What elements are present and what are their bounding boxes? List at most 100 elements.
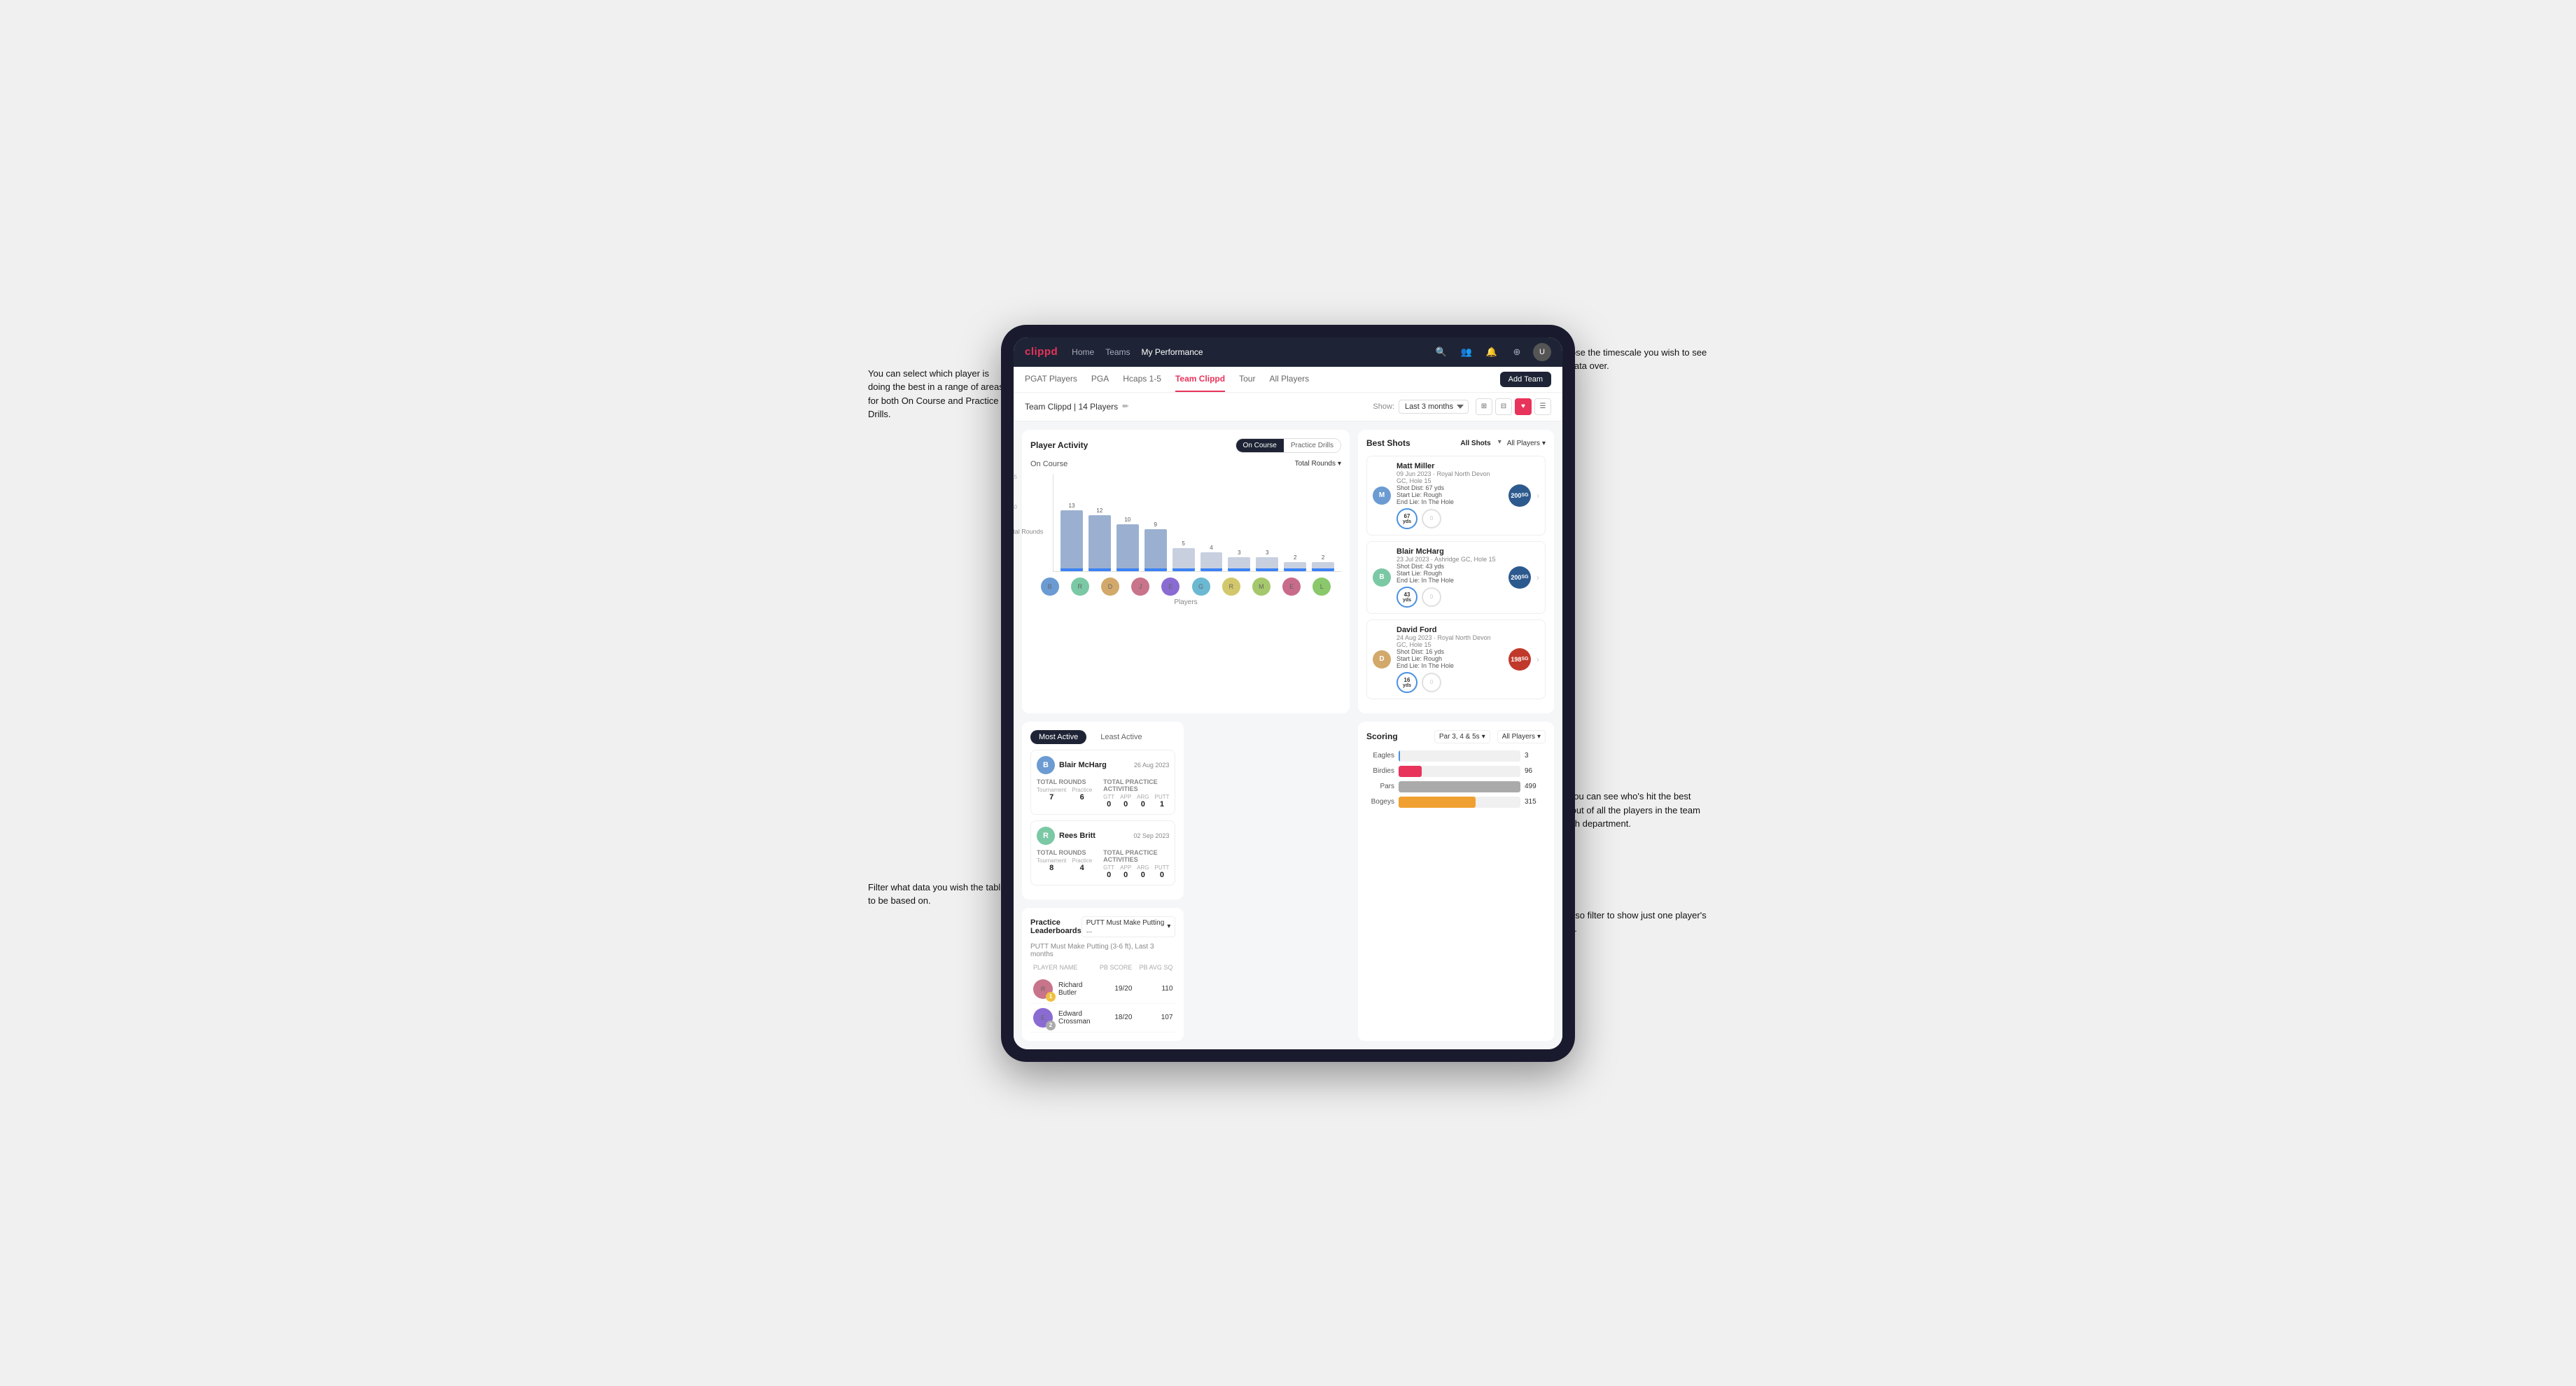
player-avatar-8[interactable]: E [1282, 578, 1301, 596]
shot-stat-yds-2: 16yds [1396, 672, 1418, 693]
shot-player-info-1: Blair McHarg 23 Jul 2023 · Ashridge GC, … [1396, 547, 1503, 608]
bar-7[interactable] [1256, 557, 1278, 571]
tab-tour[interactable]: Tour [1239, 367, 1255, 392]
heart-view-button[interactable]: ♥ [1515, 398, 1532, 415]
annotation-top-left: You can select which player is doing the… [868, 367, 1008, 421]
app-logo: clippd [1025, 346, 1058, 358]
add-team-button[interactable]: Add Team [1500, 372, 1551, 387]
bell-icon[interactable]: 🔔 [1483, 343, 1501, 361]
putt-stat-0: PUTT 1 [1155, 794, 1170, 808]
tab-pgat-players[interactable]: PGAT Players [1025, 367, 1077, 392]
scoring-bar-fill-0 [1399, 750, 1400, 762]
gtt-stat-0: GTT 0 [1103, 794, 1114, 808]
chart-area: On Course Total Rounds ▾ 15 10 5 [1030, 460, 1341, 606]
practice-drills-toggle[interactable]: Practice Drills [1284, 439, 1340, 452]
nav-icons: 🔍 👥 🔔 ⊕ U [1432, 343, 1551, 361]
nav-my-performance[interactable]: My Performance [1142, 344, 1203, 360]
scoring-bar-label-1: Birdies [1366, 767, 1394, 775]
users-icon[interactable]: 👥 [1457, 343, 1476, 361]
player-avatar-6[interactable]: R [1222, 578, 1240, 596]
best-shots-panel: Best Shots All Shots ▾ All Players ▾ M M… [1358, 430, 1554, 713]
active-stats-row-1: Total Rounds Tournament 8 Practice 4 Tot… [1037, 849, 1169, 879]
scoring-bar-value-3: 315 [1525, 798, 1546, 806]
list-view-button[interactable]: ☰ [1534, 398, 1551, 415]
bar-group-8: 2 [1284, 554, 1306, 571]
leaderboard-row-0[interactable]: R 1 Richard Butler 19/20 110 [1030, 975, 1175, 1004]
scoring-bar-fill-3 [1399, 797, 1476, 808]
tab-pga[interactable]: PGA [1091, 367, 1109, 392]
active-player-card-1[interactable]: R Rees Britt 02 Sep 2023 Total Rounds To… [1030, 820, 1175, 886]
scoring-bar-fill-2 [1399, 781, 1520, 792]
practice-activities-group-0: Total Practice Activities GTT 0 APP 0 AR… [1103, 778, 1169, 808]
bar-0[interactable] [1060, 510, 1083, 571]
shot-player-name-1: Blair McHarg [1396, 547, 1503, 556]
most-active-tab[interactable]: Most Active [1030, 730, 1086, 744]
active-avatar-0: B [1037, 756, 1055, 774]
player-avatar-0[interactable]: B [1041, 578, 1059, 596]
practice-leaderboards-panel: Practice Leaderboards PUTT Must Make Put… [1022, 908, 1184, 1041]
player-avatar-3[interactable]: J [1131, 578, 1149, 596]
player-avatar-5[interactable]: G [1192, 578, 1210, 596]
player-avatar-4[interactable]: E [1161, 578, 1180, 596]
tab-all-players[interactable]: All Players [1269, 367, 1309, 392]
shot-card-2[interactable]: D David Ford 24 Aug 2023 · Royal North D… [1366, 620, 1546, 699]
team-name: Team Clippd | 14 Players [1025, 402, 1118, 412]
grid-view-button[interactable]: ⊞ [1476, 398, 1492, 415]
shot-card-0[interactable]: M Matt Miller 09 Jun 2023 · Royal North … [1366, 456, 1546, 536]
bar-6[interactable] [1228, 557, 1250, 571]
bar-9[interactable] [1312, 562, 1334, 571]
scoring-bar-fill-1 [1399, 766, 1422, 777]
practice-activities-sub-1: GTT 0 APP 0 ARG 0 PUTT 0 [1103, 864, 1169, 879]
all-players-filter[interactable]: All Players ▾ [1507, 440, 1546, 447]
scoring-filter-1[interactable]: Par 3, 4 & 5s ▾ [1434, 730, 1490, 743]
edit-team-icon[interactable]: ✏ [1122, 402, 1128, 411]
shot-stat-yds-1: 43yds [1396, 587, 1418, 608]
bar-value-3: 9 [1154, 522, 1156, 528]
all-shots-btn[interactable]: All Shots [1456, 438, 1494, 449]
main-content: Player Activity On Course Practice Drill… [1014, 421, 1562, 1049]
active-players-list: B Blair McHarg 26 Aug 2023 Total Rounds … [1030, 750, 1175, 886]
search-icon[interactable]: 🔍 [1432, 343, 1450, 361]
nav-home[interactable]: Home [1072, 344, 1094, 360]
scoring-filter-2[interactable]: All Players ▾ [1497, 730, 1546, 743]
least-active-tab[interactable]: Least Active [1092, 730, 1150, 744]
shot-stat-yds-0: 67yds [1396, 508, 1418, 529]
bar-4[interactable] [1172, 548, 1195, 571]
show-label: Show: [1373, 402, 1394, 411]
active-player-date-0: 26 Aug 2023 [1134, 762, 1170, 769]
leaderboard-row-1[interactable]: E 2 Edward Crossman 18/20 107 [1030, 1004, 1175, 1032]
player-avatar-9[interactable]: L [1312, 578, 1331, 596]
on-course-toggle[interactable]: On Course [1236, 439, 1284, 452]
player-avatar-1[interactable]: R [1071, 578, 1089, 596]
bar-8[interactable] [1284, 562, 1306, 571]
add-icon[interactable]: ⊕ [1508, 343, 1526, 361]
shots-header: Best Shots All Shots ▾ All Players ▾ [1366, 438, 1546, 449]
nav-teams[interactable]: Teams [1105, 344, 1130, 360]
player-activity-header: Player Activity On Course Practice Drill… [1030, 438, 1341, 453]
active-avatar-1: R [1037, 827, 1055, 845]
shot-badge-1: 200 SG [1508, 566, 1531, 589]
scoring-bar-label-2: Pars [1366, 783, 1394, 790]
bar-1[interactable] [1088, 515, 1111, 571]
grid2-view-button[interactable]: ⊟ [1495, 398, 1512, 415]
show-dropdown[interactable]: Last 3 months Last 6 months Last year [1399, 400, 1469, 414]
tab-hcaps[interactable]: Hcaps 1-5 [1123, 367, 1161, 392]
lb-name-0: Richard Butler [1058, 981, 1091, 997]
user-avatar[interactable]: U [1533, 343, 1551, 361]
bar-group-0: 13 [1060, 503, 1083, 571]
arg-stat-0: ARG 0 [1137, 794, 1149, 808]
chart-dropdown[interactable]: Total Rounds ▾ [1295, 460, 1341, 468]
bar-2[interactable] [1116, 524, 1139, 571]
shot-card-1[interactable]: B Blair McHarg 23 Jul 2023 · Ashridge GC… [1366, 541, 1546, 614]
tab-team-clippd[interactable]: Team Clippd [1175, 367, 1225, 392]
scoring-bar-container-3 [1399, 797, 1520, 808]
bar-group-4: 5 [1172, 540, 1195, 571]
gtt-stat-1: GTT 0 [1103, 864, 1114, 879]
active-player-card-0[interactable]: B Blair McHarg 26 Aug 2023 Total Rounds … [1030, 750, 1175, 815]
player-avatar-7[interactable]: M [1252, 578, 1270, 596]
bar-5[interactable] [1200, 552, 1223, 571]
bar-3[interactable] [1144, 529, 1167, 571]
leaderboard-dropdown[interactable]: PUTT Must Make Putting ... ▾ [1082, 916, 1176, 937]
player-avatar-2[interactable]: D [1101, 578, 1119, 596]
filter2-chevron: ▾ [1537, 733, 1541, 741]
